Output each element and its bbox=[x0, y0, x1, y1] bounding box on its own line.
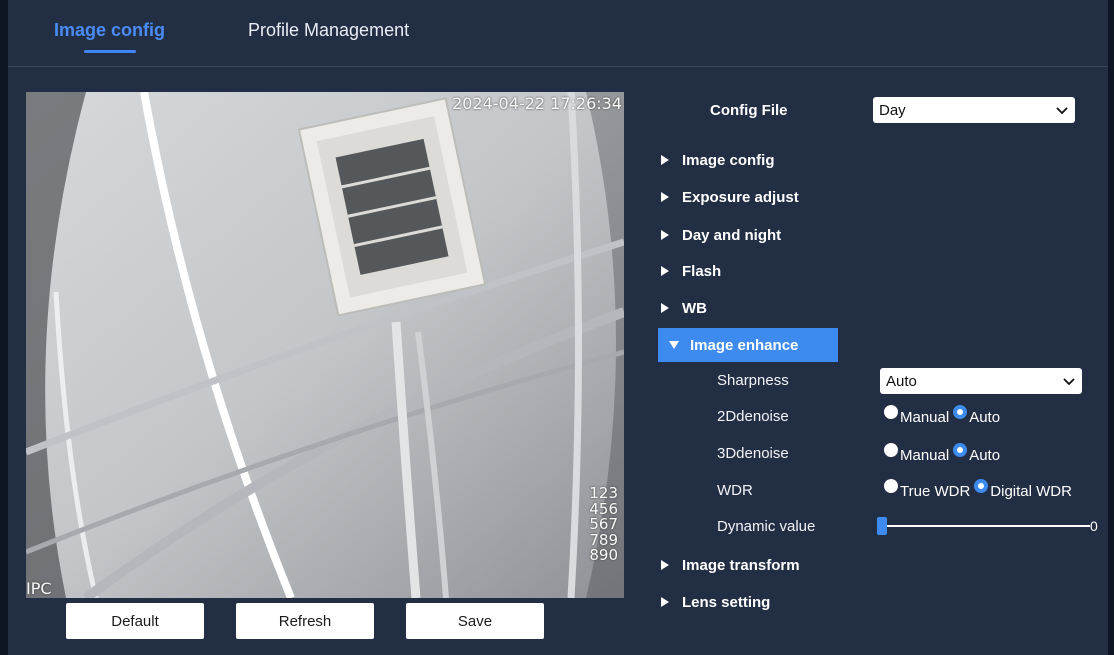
radio-label: True WDR bbox=[900, 483, 971, 500]
active-tab-indicator bbox=[84, 50, 136, 53]
expand-arrow-icon bbox=[661, 230, 669, 240]
expand-arrow-icon bbox=[661, 192, 669, 202]
osd-timestamp: 2024-04-22 17:26:34 bbox=[452, 94, 622, 113]
dynamic-value-label: Dynamic value bbox=[717, 518, 816, 535]
chevron-down-icon bbox=[1056, 107, 1068, 115]
sharpness-select[interactable]: Auto bbox=[880, 368, 1082, 394]
refresh-button[interactable]: Refresh bbox=[236, 603, 374, 639]
menu-image-enhance[interactable]: Image enhance bbox=[658, 328, 838, 362]
menu-exposure-adjust[interactable]: Exposure adjust bbox=[650, 180, 830, 214]
menu-label: Image config bbox=[682, 151, 775, 169]
config-file-select[interactable]: Day bbox=[873, 97, 1075, 123]
denoise3d-auto-radio[interactable] bbox=[953, 443, 968, 457]
denoise2d-auto-radio[interactable] bbox=[953, 405, 968, 419]
radio-label: Auto bbox=[969, 409, 1001, 426]
denoise2d-manual-radio[interactable] bbox=[884, 405, 898, 419]
menu-label: WB bbox=[682, 299, 707, 317]
expand-arrow-icon bbox=[661, 303, 669, 313]
wdr-radio-group: True WDR Digital WDR bbox=[884, 476, 1076, 500]
menu-label: Day and night bbox=[682, 226, 782, 244]
radio-label: Manual bbox=[900, 409, 950, 426]
config-file-value: Day bbox=[879, 101, 906, 119]
menu-label: Image enhance bbox=[690, 336, 799, 354]
chevron-down-icon bbox=[1063, 378, 1075, 386]
config-file-label: Config File bbox=[710, 102, 788, 119]
tab-profile-management[interactable]: Profile Management bbox=[248, 20, 409, 41]
menu-label: Image transform bbox=[682, 556, 800, 574]
menu-flash[interactable]: Flash bbox=[650, 254, 830, 288]
osd-line: 890 bbox=[589, 546, 618, 564]
wdr-true-radio[interactable] bbox=[884, 479, 898, 493]
wdr-label: WDR bbox=[717, 482, 753, 499]
default-button[interactable]: Default bbox=[66, 603, 204, 639]
radio-label: Digital WDR bbox=[990, 483, 1072, 500]
dynamic-value-slider-track[interactable] bbox=[880, 525, 1090, 527]
denoise3d-manual-radio[interactable] bbox=[884, 443, 898, 457]
video-preview[interactable]: 2024-04-22 17:26:34 123 456 567 789 890 … bbox=[26, 92, 624, 598]
osd-channel-name: IPC bbox=[26, 579, 52, 598]
expand-arrow-icon bbox=[661, 266, 669, 276]
camera-scene bbox=[26, 92, 624, 598]
osd-text-lines: 123 456 567 789 890 bbox=[589, 485, 618, 564]
menu-wb[interactable]: WB bbox=[650, 291, 830, 325]
expand-arrow-icon bbox=[661, 155, 669, 165]
denoise2d-label: 2Ddenoise bbox=[717, 408, 789, 425]
menu-label: Flash bbox=[682, 262, 722, 280]
menu-label: Exposure adjust bbox=[682, 188, 799, 206]
collapse-arrow-icon bbox=[669, 341, 679, 349]
radio-label: Auto bbox=[969, 447, 1001, 464]
dynamic-value-slider-thumb[interactable] bbox=[877, 517, 887, 535]
tab-bar: Image config Profile Management bbox=[8, 0, 1108, 67]
expand-arrow-icon bbox=[661, 597, 669, 607]
tab-image-config[interactable]: Image config bbox=[54, 20, 165, 41]
menu-lens-setting[interactable]: Lens setting bbox=[650, 585, 830, 619]
radio-label: Manual bbox=[900, 447, 950, 464]
menu-day-and-night[interactable]: Day and night bbox=[650, 218, 830, 252]
denoise3d-radio-group: Manual Auto bbox=[884, 440, 1004, 464]
dynamic-value-readout: 0 bbox=[1090, 518, 1098, 534]
sharpness-label: Sharpness bbox=[717, 372, 789, 389]
save-button[interactable]: Save bbox=[406, 603, 544, 639]
menu-image-config[interactable]: Image config bbox=[650, 143, 830, 177]
denoise2d-radio-group: Manual Auto bbox=[884, 402, 1004, 426]
denoise3d-label: 3Ddenoise bbox=[717, 445, 789, 462]
sharpness-value: Auto bbox=[886, 372, 917, 390]
menu-image-transform[interactable]: Image transform bbox=[650, 548, 830, 582]
expand-arrow-icon bbox=[661, 560, 669, 570]
wdr-digital-radio[interactable] bbox=[974, 479, 989, 493]
menu-label: Lens setting bbox=[682, 593, 771, 611]
